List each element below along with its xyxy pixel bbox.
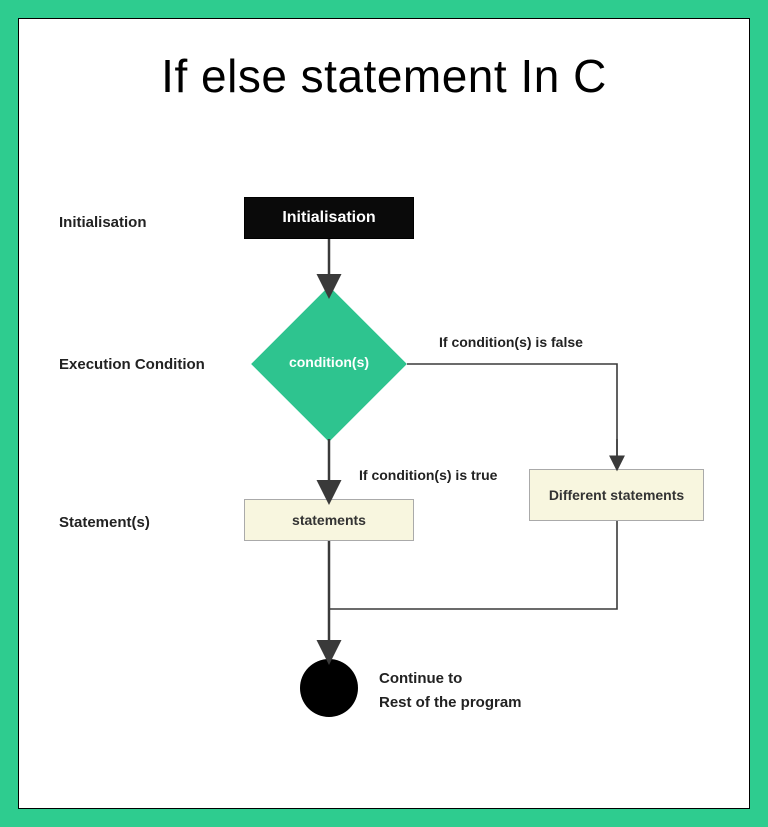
page-title: If else statement In C (19, 49, 749, 103)
edge-label-true: If condition(s) is true (359, 467, 497, 483)
continue-text: Continue to Rest of the program (379, 667, 522, 715)
diagram-canvas: If else statement In C Initialisation Ex… (18, 18, 750, 809)
label-initialisation: Initialisation (59, 214, 147, 231)
node-condition-diamond (251, 286, 407, 442)
label-execution-condition: Execution Condition (59, 356, 205, 373)
node-true-statements: statements (244, 499, 414, 541)
label-statements: Statement(s) (59, 514, 150, 531)
continue-line1: Continue to (379, 667, 522, 691)
edge-label-false: If condition(s) is false (439, 334, 583, 350)
node-initialisation: Initialisation (244, 197, 414, 239)
node-false-statements: Different statements (529, 469, 704, 521)
connector-condition-to-false (407, 364, 617, 469)
continue-line2: Rest of the program (379, 691, 522, 715)
node-end-circle (300, 659, 358, 717)
